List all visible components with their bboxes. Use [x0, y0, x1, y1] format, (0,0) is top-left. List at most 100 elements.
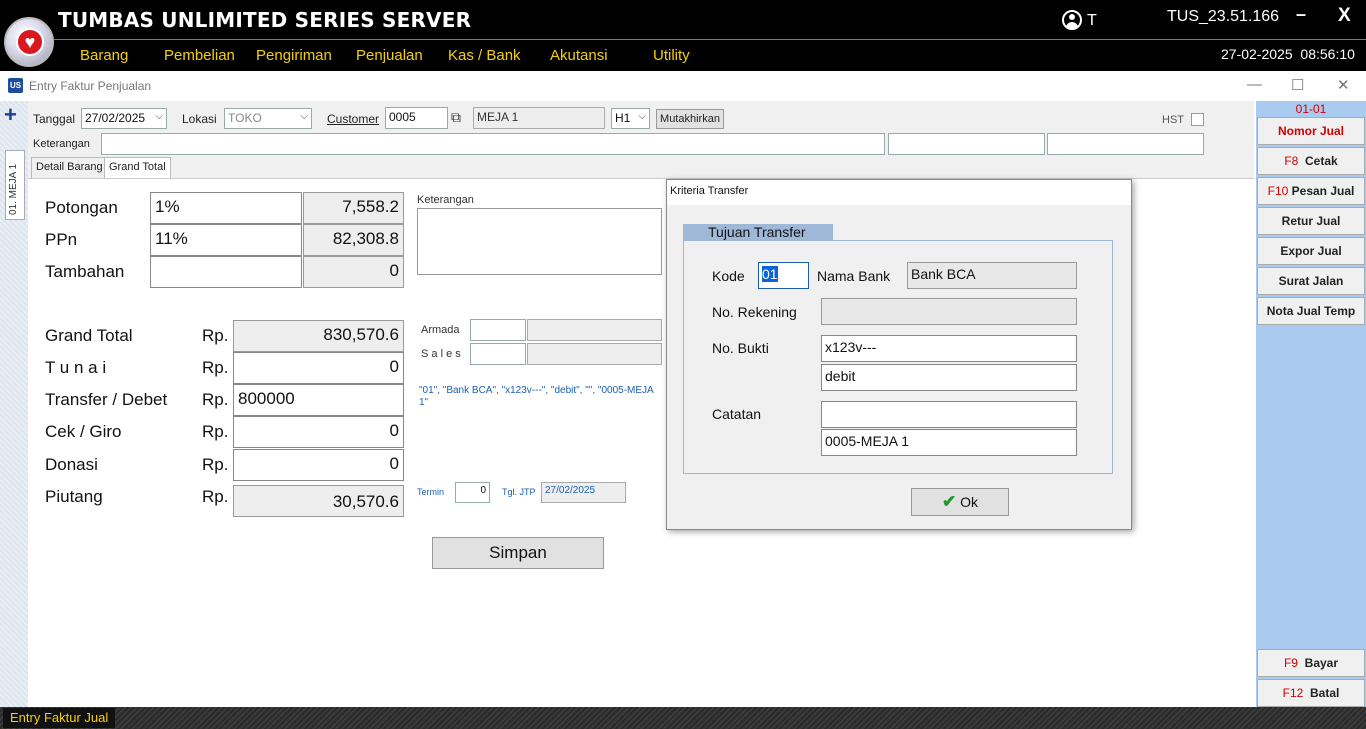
harga-level-value: H1: [615, 111, 631, 125]
add-icon[interactable]: +: [4, 104, 17, 126]
ok-button[interactable]: ✔ Ok: [911, 488, 1009, 516]
rp-label: Rp.: [202, 326, 229, 345]
donasi-field[interactable]: 0: [233, 449, 404, 481]
kode-label: Kode: [712, 268, 745, 284]
chevron-down-icon: ⌵: [300, 111, 308, 122]
menu-akutansi[interactable]: Akutansi: [550, 47, 608, 64]
surat-jalan-button[interactable]: Surat Jalan: [1257, 267, 1365, 295]
rp-label: Rp.: [202, 455, 229, 474]
copy-icon[interactable]: ⧉: [451, 109, 461, 126]
surat-jalan-label: Surat Jalan: [1278, 274, 1344, 288]
retur-jual-button[interactable]: Retur Jual: [1257, 207, 1365, 235]
sales-name-field: [527, 343, 662, 365]
batal-key: F12: [1282, 686, 1304, 700]
keterangan-field-2[interactable]: [888, 133, 1045, 155]
window-icon: US: [8, 78, 23, 93]
potongan-pct-field[interactable]: 1%: [150, 192, 302, 224]
bayar-button[interactable]: F9 Bayar: [1257, 649, 1365, 677]
customer-name-field: MEJA 1: [473, 107, 605, 129]
keterangan-note-field[interactable]: [417, 208, 662, 275]
checkmark-icon: ✔: [941, 492, 957, 511]
no-bukti-field[interactable]: x123v---: [821, 335, 1077, 362]
batal-button[interactable]: F12 Batal: [1257, 679, 1365, 707]
tgl-jtp-label: Tgl. JTP: [502, 487, 536, 497]
expor-jual-label: Expor Jual: [1280, 244, 1342, 258]
status-bar-label[interactable]: Entry Faktur Jual: [3, 708, 116, 728]
menu-pembelian[interactable]: Pembelian: [164, 47, 235, 64]
rp-label: Rp.: [202, 358, 229, 377]
pesan-jual-key: F10: [1267, 184, 1289, 198]
termin-field[interactable]: 0: [455, 482, 490, 503]
chevron-down-icon: ⌵: [155, 111, 163, 122]
harga-level-select[interactable]: H1 ⌵: [611, 108, 650, 129]
side-tab-meja[interactable]: 01. MEJA 1: [5, 150, 25, 220]
menu-kas-bank[interactable]: Kas / Bank: [448, 47, 521, 64]
menu-pengiriman[interactable]: Pengiriman: [256, 47, 332, 64]
expor-jual-button[interactable]: Expor Jual: [1257, 237, 1365, 265]
grand-total-label: Grand Total: [45, 326, 133, 345]
sales-code-field[interactable]: [470, 343, 526, 365]
dialog-title: Kriteria Transfer: [670, 185, 749, 197]
minimize-button[interactable]: –: [1296, 4, 1306, 25]
keterangan-field[interactable]: [101, 133, 885, 155]
ppn-value: 82,308.8: [303, 224, 404, 256]
tambahan-field[interactable]: [150, 256, 302, 288]
user-label: T: [1087, 12, 1097, 29]
mutakhirkan-button[interactable]: Mutakhirkan: [656, 109, 724, 129]
pesan-jual-button[interactable]: F10 Pesan Jual: [1257, 177, 1365, 205]
menu-penjualan[interactable]: Penjualan: [356, 47, 423, 64]
no-bukti-field-2[interactable]: debit: [821, 364, 1077, 391]
transfer-summary: "01", "Bank BCA", "x123v---", "debit", "…: [419, 385, 654, 408]
nota-jual-temp-button[interactable]: Nota Jual Temp: [1257, 297, 1365, 325]
window-title-bar: [0, 71, 1366, 101]
window-close-icon[interactable]: ✕: [1337, 76, 1350, 94]
sales-label: S a l e s: [421, 348, 461, 360]
armada-name-field: [527, 319, 662, 341]
hst-checkbox[interactable]: [1191, 113, 1204, 126]
transfer-field[interactable]: 800000: [233, 384, 404, 416]
menu-barang[interactable]: Barang: [80, 47, 128, 64]
tanggal-field[interactable]: 27/02/2025 ⌵: [81, 108, 167, 129]
status-bar: [0, 707, 1366, 729]
close-button[interactable]: X: [1338, 5, 1351, 27]
nomor-jual-label: Nomor Jual: [1277, 124, 1344, 138]
date-label: 27-02-2025: [1221, 46, 1293, 62]
menu-utility[interactable]: Utility: [653, 47, 690, 64]
tgl-jtp-field: 27/02/2025: [541, 482, 626, 503]
batal-label: Batal: [1310, 686, 1340, 700]
divider: [54, 39, 1366, 40]
no-bukti-label: No. Bukti: [712, 340, 769, 356]
window-minimize-icon[interactable]: —: [1247, 76, 1262, 93]
nomor-jual-button[interactable]: Nomor Jual: [1257, 117, 1365, 145]
armada-label: Armada: [421, 324, 460, 336]
tab-detail-barang[interactable]: Detail Barang: [31, 157, 108, 178]
nama-bank-field: Bank BCA: [907, 262, 1077, 289]
keterangan-field-3[interactable]: [1047, 133, 1204, 155]
window-maximize-icon[interactable]: ☐: [1291, 76, 1304, 94]
customer-label: Customer: [327, 112, 380, 126]
tanggal-label: Tanggal: [33, 112, 76, 126]
datetime: 27-02-2025 08:56:10: [1221, 46, 1355, 62]
lokasi-select[interactable]: TOKO ⌵: [224, 108, 312, 129]
tunai-label: T u n a i: [45, 358, 107, 377]
catatan-field[interactable]: [821, 401, 1077, 428]
cetak-button[interactable]: F8 Cetak: [1257, 147, 1365, 175]
customer-code-field[interactable]: 0005: [385, 107, 448, 129]
app-logo-icon: ♥: [4, 17, 54, 67]
ppn-pct-field[interactable]: 11%: [150, 224, 302, 256]
user-icon[interactable]: [1062, 10, 1082, 30]
version-label: TUS_23.51.166: [1167, 8, 1280, 25]
armada-code-field[interactable]: [470, 319, 526, 341]
lokasi-value: TOKO: [228, 111, 262, 125]
time-label: 08:56:10: [1300, 46, 1355, 62]
tambahan-label: Tambahan: [45, 262, 125, 281]
cek-giro-field[interactable]: 0: [233, 416, 404, 448]
tunai-field[interactable]: 0: [233, 352, 404, 384]
tab-grand-total[interactable]: Grand Total: [104, 157, 171, 179]
cetak-label: Cetak: [1305, 154, 1338, 168]
tanggal-value: 27/02/2025: [85, 111, 146, 125]
catatan-field-2[interactable]: 0005-MEJA 1: [821, 429, 1077, 456]
kode-field[interactable]: 01: [758, 262, 809, 289]
simpan-button[interactable]: Simpan: [432, 537, 604, 569]
bayar-label: Bayar: [1304, 656, 1339, 670]
